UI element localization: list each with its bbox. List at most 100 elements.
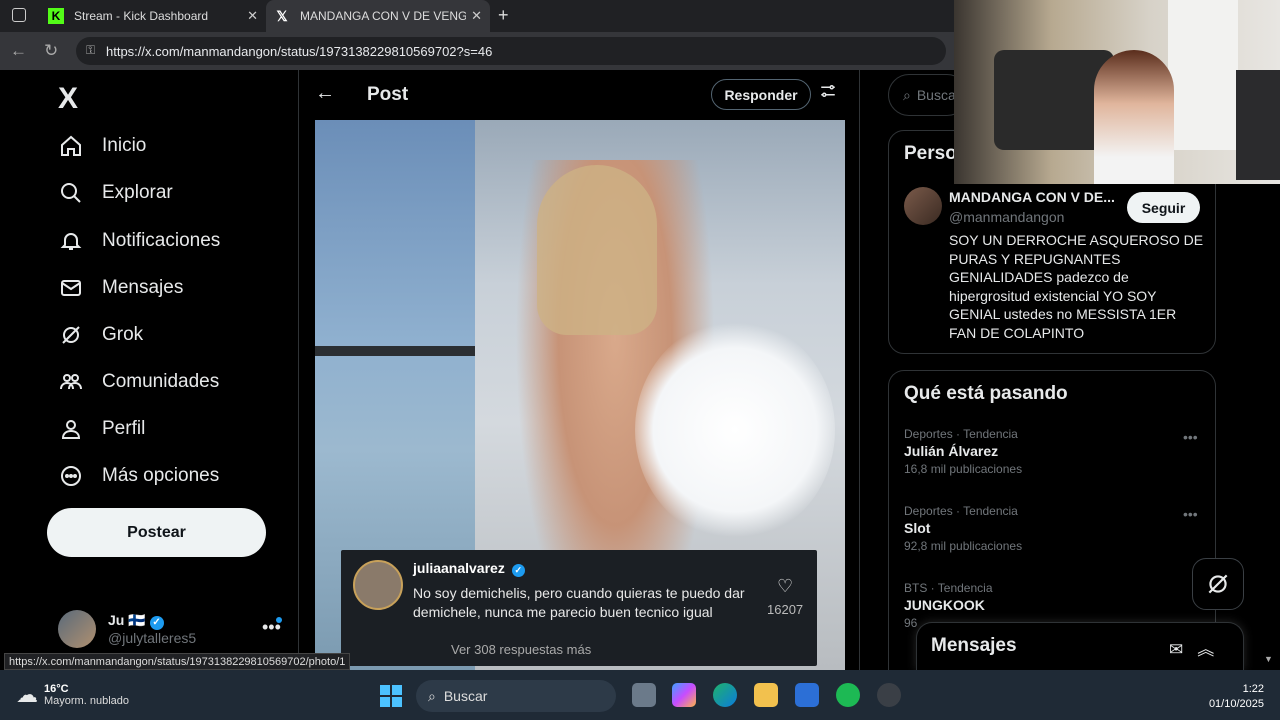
- profile-handle[interactable]: @manmandangon: [949, 209, 1064, 225]
- sidebar-item-label: Comunidades: [102, 371, 220, 392]
- tab-actions-icon[interactable]: [12, 8, 26, 22]
- sidebar-item-label: Más opciones: [102, 465, 220, 486]
- copilot-icon[interactable]: [672, 683, 696, 707]
- x-icon: 𝕏: [276, 7, 288, 24]
- home-icon: [58, 133, 84, 159]
- tab-post[interactable]: 𝕏 MANDANGA CON V DE VENGAN ✕: [266, 0, 490, 32]
- grok-icon: [58, 322, 84, 348]
- bell-icon: [58, 228, 84, 254]
- sidebar-item-mensajes[interactable]: Mensajes: [58, 275, 183, 301]
- avatar: [353, 560, 403, 610]
- close-icon[interactable]: ✕: [471, 8, 482, 24]
- verified-icon: ✓: [511, 564, 525, 577]
- task-view-icon[interactable]: [632, 683, 656, 707]
- reply-button[interactable]: Responder: [711, 79, 811, 110]
- trend-meta: Deportes · Tendencia: [904, 504, 1018, 518]
- person-icon: [58, 416, 84, 442]
- taskbar: ☁ 16°C Mayorm. nublado ⌕ Buscar 1:22 01/…: [0, 670, 1280, 720]
- scroll-down-icon[interactable]: ▼: [1264, 654, 1273, 664]
- sidebar-item-mas-opciones[interactable]: Más opciones: [58, 463, 219, 489]
- trend-item[interactable]: Deportes · Tendencia Slot 92,8 mil publi…: [904, 504, 1022, 553]
- trend-name: JUNGKOOK: [904, 597, 985, 613]
- account-handle: @julytalleres5: [108, 630, 197, 646]
- sidebar-item-inicio[interactable]: Inicio: [58, 133, 146, 159]
- notification-dot: [276, 617, 282, 623]
- webcam-door: [1168, 0, 1238, 150]
- tab-label: Stream - Kick Dashboard: [74, 9, 209, 23]
- taskbar-search-label: Buscar: [443, 688, 488, 704]
- card-title: Perso: [904, 143, 957, 164]
- edge-icon[interactable]: [713, 683, 737, 707]
- close-icon[interactable]: ✕: [247, 8, 258, 24]
- trend-item[interactable]: Deportes · Tendencia Julián Álvarez 16,8…: [904, 427, 1022, 476]
- tab-label: MANDANGA CON V DE VENGAN: [300, 9, 466, 23]
- x-logo[interactable]: X: [58, 82, 78, 116]
- avatar: [58, 610, 96, 648]
- sidebar-item-label: Perfil: [102, 418, 146, 439]
- left-sidebar: X Inicio Explorar Notificaciones Mensaje…: [0, 70, 298, 670]
- weather-temp: 16°C: [44, 683, 69, 695]
- messages-drawer[interactable]: Mensajes ✉︽: [916, 622, 1244, 670]
- webcam-couch: [1236, 70, 1280, 180]
- weather-widget[interactable]: ☁ 16°C Mayorm. nublado: [16, 682, 129, 708]
- search-icon: [58, 180, 84, 206]
- sidebar-item-label: Inicio: [102, 135, 147, 156]
- sidebar-item-label: Notificaciones: [102, 230, 221, 251]
- image-railing: [315, 346, 475, 356]
- store-icon[interactable]: [795, 683, 819, 707]
- taskbar-clock[interactable]: 1:22 01/10/2025: [1198, 682, 1264, 712]
- trend-meta: Deportes · Tendencia: [904, 427, 1018, 441]
- sidebar-item-grok[interactable]: Grok: [58, 322, 143, 348]
- new-message-icon[interactable]: ✉: [1169, 640, 1197, 659]
- comment-text: No soy demichelis, pero cuando quieras t…: [413, 585, 745, 620]
- trend-count: 92,8 mil publicaciones: [904, 539, 1023, 553]
- tab-kick-dashboard[interactable]: K Stream - Kick Dashboard ✕: [40, 0, 266, 32]
- messages-title: Mensajes: [931, 635, 1017, 656]
- windows-start-icon[interactable]: [380, 685, 402, 707]
- more-icon[interactable]: •••: [1183, 429, 1198, 445]
- page-title: Post: [367, 84, 409, 105]
- site-info-icon[interactable]: ⚿: [86, 43, 95, 58]
- weather-desc: Mayorm. nublado: [44, 695, 129, 707]
- back-arrow-icon[interactable]: ←: [315, 82, 335, 105]
- follow-button[interactable]: Seguir: [1127, 192, 1200, 223]
- comment-username: juliaanalvarez ✓: [413, 560, 525, 577]
- grok-button[interactable]: [1192, 558, 1244, 610]
- more-circle-icon: [58, 463, 84, 489]
- obs-icon[interactable]: [877, 683, 901, 707]
- back-arrow-icon[interactable]: ←: [10, 41, 27, 61]
- more-icon[interactable]: •••: [1183, 506, 1198, 522]
- sidebar-item-label: Grok: [102, 324, 144, 345]
- url-field[interactable]: ⚿ https://x.com/manmandangon/status/1973…: [76, 37, 946, 65]
- trend-meta: BTS · Tendencia: [904, 581, 993, 595]
- post-header: ← Post Responder: [299, 70, 859, 120]
- sidebar-item-label: Mensajes: [102, 277, 184, 298]
- expand-icon[interactable]: ︽: [1197, 640, 1228, 659]
- sidebar-item-explorar[interactable]: Explorar: [58, 180, 173, 206]
- sliders-icon[interactable]: [819, 82, 837, 105]
- post-image[interactable]: juliaanalvarez ✓ No soy demichelis, pero…: [315, 120, 845, 670]
- sidebar-item-comunidades[interactable]: Comunidades: [58, 369, 219, 395]
- avatar[interactable]: [904, 187, 942, 225]
- reload-icon[interactable]: ↻: [44, 41, 58, 61]
- image-foam: [635, 320, 835, 540]
- clock-time: 1:22: [1242, 683, 1264, 695]
- taskbar-search[interactable]: ⌕ Buscar: [416, 680, 616, 712]
- account-name: Ju 🇫🇮 ✓: [108, 612, 196, 630]
- post-button[interactable]: Postear: [47, 508, 266, 557]
- spotify-icon[interactable]: [836, 683, 860, 707]
- account-switcher[interactable]: Ju 🇫🇮 ✓ @julytalleres5: [58, 610, 196, 648]
- clock-date: 01/10/2025: [1208, 698, 1264, 710]
- profile-bio: SOY UN DERROCHE ASQUEROSO DE PURAS Y REP…: [949, 232, 1204, 341]
- file-explorer-icon[interactable]: [754, 683, 778, 707]
- status-url: https://x.com/manmandangon/status/197313…: [4, 653, 351, 670]
- search-icon: ⌕: [428, 687, 436, 704]
- new-tab-button[interactable]: +: [498, 5, 509, 26]
- cloud-icon: ☁: [16, 682, 38, 707]
- sidebar-item-perfil[interactable]: Perfil: [58, 416, 145, 442]
- grok-icon: [1208, 574, 1228, 594]
- mail-icon: [58, 275, 84, 301]
- profile-name[interactable]: MANDANGA CON V DE...: [949, 189, 1115, 205]
- heart-icon: ♡: [777, 576, 794, 596]
- sidebar-item-notificaciones[interactable]: Notificaciones: [58, 228, 220, 254]
